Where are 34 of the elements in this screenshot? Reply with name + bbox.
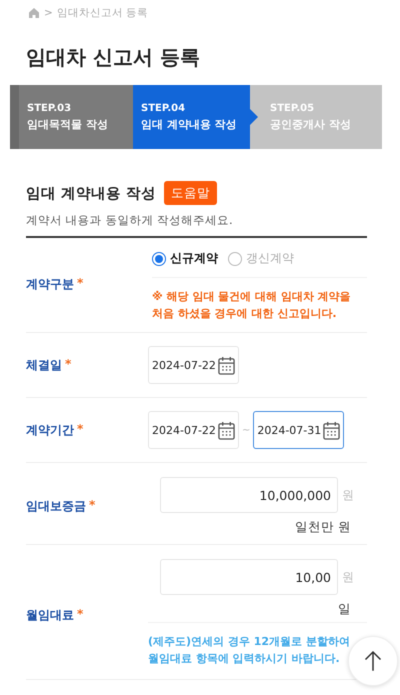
unit-label: 원: [342, 568, 354, 586]
field-label: 월임대료: [26, 606, 74, 624]
scroll-top-button[interactable]: [348, 636, 398, 686]
up-arrow-icon: [364, 650, 382, 672]
section-title: 임대 계약내용 작성: [26, 184, 156, 202]
calendar-icon[interactable]: [218, 356, 235, 374]
unit-label: 원: [342, 486, 354, 504]
breadcrumb-separator: >: [44, 7, 53, 19]
amount-field[interactable]: 10,000,000: [160, 477, 338, 513]
notice-text: ※ 해당 임대 물건에 대해 임대차 계약을 처음 하셨을 경우에 대한 신고입니다.: [152, 289, 352, 322]
range-separator: ~: [242, 424, 250, 436]
breadcrumb-current: 임대차신고서 등록: [56, 6, 148, 20]
radio-option[interactable]: 신규계약: [152, 250, 218, 267]
calendar-icon[interactable]: [323, 420, 340, 440]
notice-text: (제주도)연세의 경우 12개월로 분할하여 월임대료 항목에 입력하시기 바랍니다.: [148, 634, 351, 667]
date-field[interactable]: 2024-07-22: [148, 411, 239, 449]
step-arrow-icon: [250, 109, 258, 125]
field-label: 체결일: [26, 356, 62, 374]
amount-field[interactable]: 10,00: [160, 559, 338, 595]
amount-in-words: 일천만 원: [295, 519, 351, 536]
field-label: 계약기간: [26, 422, 74, 438]
required-mark: *: [65, 356, 72, 370]
field-label: 임대보증금: [26, 498, 86, 515]
page-title: 임대차 신고서 등록: [26, 44, 201, 71]
required-mark: *: [77, 422, 84, 436]
field-label: 계약구분: [26, 276, 74, 292]
required-mark: *: [77, 606, 84, 620]
date-field[interactable]: 2024-07-22: [148, 346, 239, 384]
required-mark: *: [77, 276, 84, 290]
amount-in-words: 일: [338, 601, 351, 618]
required-mark: *: [89, 498, 96, 512]
section-description: 계약서 내용과 동일하게 작성해주세요.: [26, 213, 367, 238]
calendar-icon[interactable]: [218, 420, 235, 440]
date-field[interactable]: 2024-07-31: [253, 411, 344, 449]
